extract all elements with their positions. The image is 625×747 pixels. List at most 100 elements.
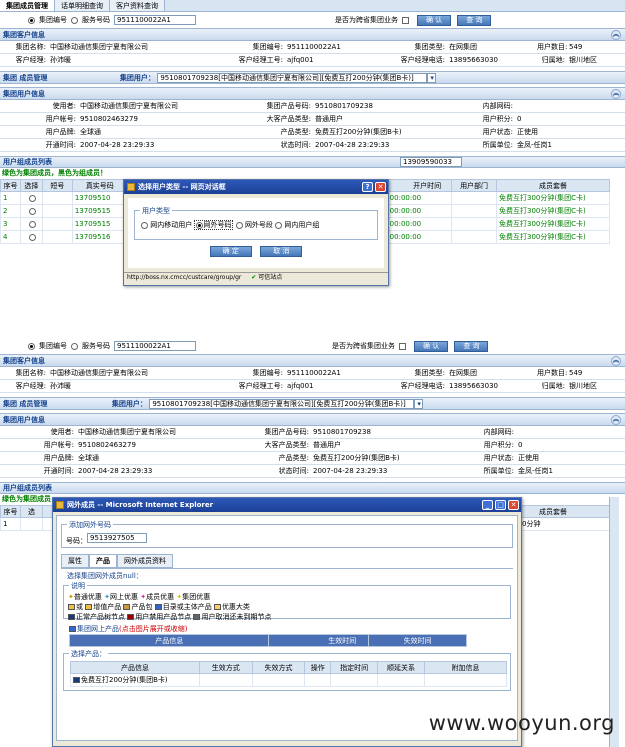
collapse-icon[interactable]: ︽ bbox=[611, 89, 621, 99]
legend-item: 目录或主体产品 bbox=[162, 603, 212, 611]
product-no: 9510801709238 bbox=[313, 428, 371, 436]
tab-product[interactable]: 产品 bbox=[89, 554, 117, 568]
radio-service-no-label: 服务号码 bbox=[82, 16, 110, 24]
col-expiry-time: 失效时间 bbox=[368, 634, 467, 647]
tab-member-mgmt[interactable]: 集团成员管理 bbox=[0, 0, 55, 11]
group-net-product-row[interactable]: 集团网上产品(点击图片展开或收缩) bbox=[69, 624, 511, 634]
opt-outer-segment-radio[interactable] bbox=[235, 221, 243, 229]
row-radio[interactable] bbox=[28, 194, 36, 202]
unit: 金凤-任岗1 bbox=[518, 467, 553, 475]
row-no: 1 bbox=[0, 191, 21, 205]
points: 0 bbox=[518, 441, 523, 449]
row-pkg: 免费互打300分钟(集团C卡) bbox=[496, 204, 610, 218]
query-button[interactable]: 查 询 bbox=[454, 340, 489, 352]
tab-outer-member-info[interactable]: 网外成员资料 bbox=[117, 554, 173, 568]
row-short bbox=[41, 204, 73, 218]
group-user-label: 集团用户： bbox=[119, 74, 155, 82]
brand: 全球通 bbox=[80, 128, 101, 136]
collapse-icon[interactable]: ︽ bbox=[611, 30, 621, 40]
opt-inner-mobile-label: 网内移动用户 bbox=[150, 221, 193, 229]
page-scrollbar[interactable] bbox=[609, 497, 619, 747]
manager-tel: 13895663030 bbox=[449, 56, 498, 64]
chevron-down-icon[interactable]: ▾ bbox=[414, 399, 424, 409]
radio-group-no[interactable] bbox=[28, 342, 35, 350]
cross-province-checkbox[interactable] bbox=[402, 16, 409, 24]
user-info-title: 集团用户信息 bbox=[3, 90, 45, 98]
open-time-label: 开通时间: bbox=[43, 467, 74, 475]
legend-item: 网上优惠 bbox=[109, 593, 138, 601]
manager-no: ajfq001 bbox=[287, 56, 314, 64]
legend-item: 或 bbox=[76, 603, 83, 611]
table-row[interactable]: 免费互打200分钟(集团B卡) bbox=[70, 673, 508, 687]
dialog-cancel-button[interactable]: 取 消 bbox=[260, 246, 303, 257]
opt-inner-group-radio[interactable] bbox=[275, 221, 283, 229]
close-icon[interactable]: ✕ bbox=[375, 182, 386, 192]
user: 中国移动通信集团宁夏有限公司 bbox=[78, 428, 176, 436]
row-short bbox=[41, 230, 73, 244]
dialog-ok-button[interactable]: 确 定 bbox=[209, 246, 252, 257]
radio-group-no[interactable] bbox=[28, 16, 35, 24]
user-type-group: 用户类型 网内移动用户 网外号码 网外号段 网内用户组 bbox=[134, 206, 378, 240]
help-icon[interactable]: ? bbox=[362, 182, 373, 192]
opt-outer-segment-label: 网外号段 bbox=[244, 221, 273, 229]
row-real: 13709515 bbox=[71, 204, 128, 218]
manager-label: 客户经理: bbox=[15, 56, 46, 64]
user-info-header: 集团用户信息 ︽ bbox=[0, 87, 625, 100]
opt-inner-mobile-radio[interactable] bbox=[141, 221, 148, 229]
top-tabbar: 集团成员管理 话单明细查询 客户资料查询 bbox=[0, 0, 625, 12]
group-user-select[interactable]: 9510801709238[中国移动通信集团宁夏有限公司][免费互打200分钟(… bbox=[149, 399, 415, 409]
product-type: 免费互打200分钟(集团B卡) bbox=[313, 454, 400, 462]
minimize-icon[interactable]: _ bbox=[482, 500, 493, 510]
number-input[interactable]: 9513927505 bbox=[87, 533, 147, 543]
group-type-label: 集团类型: bbox=[414, 369, 445, 377]
user-info-row-2: 用户帐号: 9510802463279 大客产品类型: 普通用户 用户积分: 0 bbox=[0, 439, 625, 452]
product-no-label: 集团产品号码: bbox=[264, 428, 309, 436]
tab-customer-info[interactable]: 客户资料查询 bbox=[110, 0, 165, 11]
confirm-button[interactable]: 确 认 bbox=[414, 340, 449, 352]
big-product: 普通用户 bbox=[315, 115, 343, 123]
manager-no-label: 客户经理工号: bbox=[238, 56, 283, 64]
legend-item: 普通优惠 bbox=[73, 593, 102, 601]
user-info-row-1: 使用者: 中国移动通信集团宁夏有限公司 集团产品号码: 951080170923… bbox=[0, 426, 625, 439]
col-product-info: 产品信息 bbox=[70, 661, 200, 674]
row-radio[interactable] bbox=[28, 220, 36, 228]
tab-attributes[interactable]: 属性 bbox=[61, 554, 89, 568]
dialog-title: 选择用户类型 -- 网页对话框 bbox=[138, 183, 226, 191]
expand-icon[interactable] bbox=[69, 626, 76, 632]
member-mgmt-title: 集团 成员管理 bbox=[3, 400, 48, 408]
close-icon[interactable]: ✕ bbox=[508, 500, 519, 510]
radio-service-no[interactable] bbox=[71, 16, 78, 24]
group-user-select[interactable]: 9510801709238[中国移动通信集团宁夏有限公司][免费互打200分钟(… bbox=[157, 73, 428, 83]
member-search-input[interactable]: 13909590033 bbox=[400, 157, 462, 167]
row-real: 13709510 bbox=[71, 191, 128, 205]
row-no: 1 bbox=[0, 517, 21, 531]
open-time: 2007-04-28 23:29:33 bbox=[80, 141, 155, 149]
row-radio[interactable] bbox=[28, 207, 36, 215]
user-count-label: 用户数目: bbox=[537, 369, 568, 377]
row-dept bbox=[451, 217, 498, 231]
tab-bill-detail[interactable]: 话单明细查询 bbox=[55, 0, 110, 11]
col-product-info: 产品信息 bbox=[68, 634, 270, 647]
radio-service-no[interactable] bbox=[71, 342, 78, 350]
group-no-input[interactable]: 9511100022A1 bbox=[114, 15, 196, 25]
product-no: 9510801709238 bbox=[315, 102, 373, 110]
user-info-row-3: 用户品牌: 全球通 产品类型: 免费互打200分钟(集团B卡) 用户状态: 正使… bbox=[0, 452, 625, 465]
group-no: 9511100022A1 bbox=[287, 369, 341, 377]
collapse-icon[interactable]: ︽ bbox=[611, 415, 621, 425]
maximize-icon[interactable]: □ bbox=[495, 500, 506, 510]
legend-item: 成员优惠 bbox=[146, 593, 175, 601]
brand-label: 用户品牌: bbox=[45, 128, 76, 136]
group-net-product[interactable]: 集团网上产品 bbox=[77, 625, 119, 633]
collapse-icon[interactable]: ︽ bbox=[611, 356, 621, 366]
confirm-button[interactable]: 确 认 bbox=[417, 14, 452, 26]
chevron-down-icon[interactable]: ▾ bbox=[427, 73, 437, 83]
group-info-title: 集团客户信息 bbox=[3, 31, 45, 39]
add-number-legend: 添加网外号码 bbox=[67, 520, 113, 530]
group-no-input[interactable]: 9511100022A1 bbox=[114, 341, 196, 351]
cross-province-checkbox[interactable] bbox=[399, 342, 406, 350]
ie-icon bbox=[56, 501, 64, 509]
row-radio[interactable] bbox=[28, 233, 36, 241]
query-button[interactable]: 查 询 bbox=[457, 14, 492, 26]
add-number-group: 添加网外号码 号码： 9513927505 bbox=[61, 520, 513, 548]
group-type-label: 集团类型: bbox=[414, 43, 445, 51]
